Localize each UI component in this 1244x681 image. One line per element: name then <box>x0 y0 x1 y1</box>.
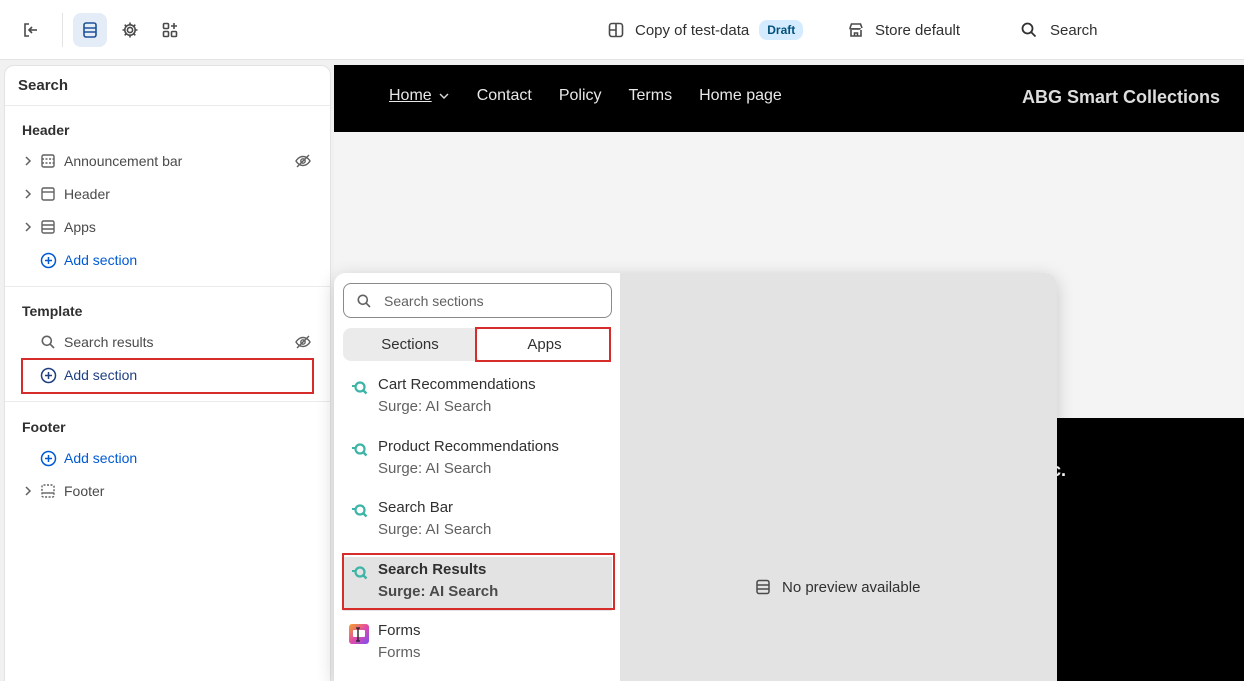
header-add-section-button[interactable]: Add section <box>22 245 312 275</box>
add-section-label: Add section <box>64 450 138 466</box>
exit-icon[interactable] <box>14 13 48 47</box>
store-brand[interactable]: ABG Smart Collections <box>1022 87 1220 108</box>
plus-circle-icon <box>40 252 64 269</box>
nav-link-terms[interactable]: Terms <box>629 87 673 105</box>
add-section-label: Add section <box>64 252 138 268</box>
sidebar-item-header[interactable]: Header <box>22 179 312 209</box>
sidebar-item-search-results[interactable]: Search results <box>22 327 312 357</box>
apps-section-icon <box>40 219 64 235</box>
divider <box>5 286 330 287</box>
list-item-forms[interactable]: Forms Forms <box>343 618 612 672</box>
gear-icon[interactable] <box>113 13 147 47</box>
list-item-cart-recommendations[interactable]: Cart Recommendations Surge: AI Search <box>343 372 612 426</box>
nav-link-home[interactable]: Home <box>389 87 450 105</box>
sidebar-title: Search <box>5 66 330 106</box>
plus-circle-icon <box>40 450 64 467</box>
eye-off-icon[interactable] <box>294 152 312 170</box>
popover-preview-panel: No preview available <box>620 273 1057 681</box>
highlight-box <box>342 553 615 610</box>
nav-link-policy[interactable]: Policy <box>559 87 602 105</box>
highlight-box <box>21 358 314 394</box>
search-sections-input[interactable]: Search sections <box>343 283 612 318</box>
surge-logo-icon <box>352 381 368 395</box>
forms-logo-icon <box>349 624 369 644</box>
chevron-right-icon[interactable] <box>22 485 40 497</box>
popover-list-panel: Search sections Sections Apps Cart Recom… <box>334 273 620 681</box>
nav-link-home-page[interactable]: Home page <box>699 87 782 105</box>
add-section-popover: Search sections Sections Apps Cart Recom… <box>334 273 1057 681</box>
store-selector[interactable]: Store default <box>847 18 960 42</box>
divider <box>5 401 330 402</box>
header-section-icon <box>40 153 64 169</box>
store-label: Store default <box>875 21 961 39</box>
list-item-search-bar[interactable]: Search Bar Surge: AI Search <box>343 495 612 549</box>
header-group-title: Header <box>22 122 70 138</box>
sidebar-item-apps[interactable]: Apps <box>22 212 312 242</box>
sidebar-item-footer[interactable]: Footer <box>22 476 312 506</box>
store-icon <box>847 21 865 39</box>
preview-nav: Home Contact Policy Terms Home page ABG … <box>334 65 1244 132</box>
top-bar: Copy of test-data Draft Store default Se… <box>0 0 1244 60</box>
sidebar-item-label: Announcement bar <box>64 153 183 169</box>
apps-grid-icon[interactable] <box>153 13 187 47</box>
sidebar: Search Header Announcement bar Header Ap… <box>4 65 331 681</box>
sections-icon <box>754 578 772 596</box>
footer-group-title: Footer <box>22 419 66 435</box>
search-placeholder: Search sections <box>384 292 484 309</box>
theme-selector[interactable]: Copy of test-data Draft <box>607 18 804 42</box>
sidebar-item-label: Footer <box>64 483 105 499</box>
surge-logo-icon <box>352 504 368 518</box>
topbar-divider <box>62 13 63 47</box>
sidebar-item-announcement-bar[interactable]: Announcement bar <box>22 146 312 176</box>
search-icon <box>1020 21 1038 39</box>
eye-off-icon[interactable] <box>294 333 312 351</box>
search-icon <box>356 293 372 309</box>
chevron-right-icon[interactable] <box>22 221 40 233</box>
sidebar-item-label: Header <box>64 186 110 202</box>
topbar-search[interactable]: Search <box>1020 18 1098 42</box>
chevron-down-icon <box>439 93 449 99</box>
no-preview-message: No preview available <box>754 578 920 596</box>
sidebar-item-label: Apps <box>64 219 96 235</box>
list-item-product-recommendations[interactable]: Product Recommendations Surge: AI Search <box>343 434 612 488</box>
chevron-right-icon[interactable] <box>22 188 40 200</box>
header-section-icon <box>40 186 64 202</box>
highlight-box <box>475 327 611 362</box>
nav-link-contact[interactable]: Contact <box>477 87 532 105</box>
draft-badge: Draft <box>759 20 804 40</box>
tab-sections[interactable]: Sections <box>343 328 477 361</box>
template-group-title: Template <box>22 303 83 319</box>
sidebar-item-label: Search results <box>64 334 154 350</box>
search-label: Search <box>1050 21 1098 39</box>
layout-icon <box>607 21 625 39</box>
footer-section-icon <box>40 483 64 499</box>
search-icon <box>40 334 64 350</box>
sections-icon[interactable] <box>73 13 107 47</box>
surge-logo-icon <box>352 443 368 457</box>
chevron-right-icon[interactable] <box>22 155 40 167</box>
theme-name: Copy of test-data <box>635 21 750 39</box>
footer-add-section-button[interactable]: Add section <box>22 443 312 473</box>
